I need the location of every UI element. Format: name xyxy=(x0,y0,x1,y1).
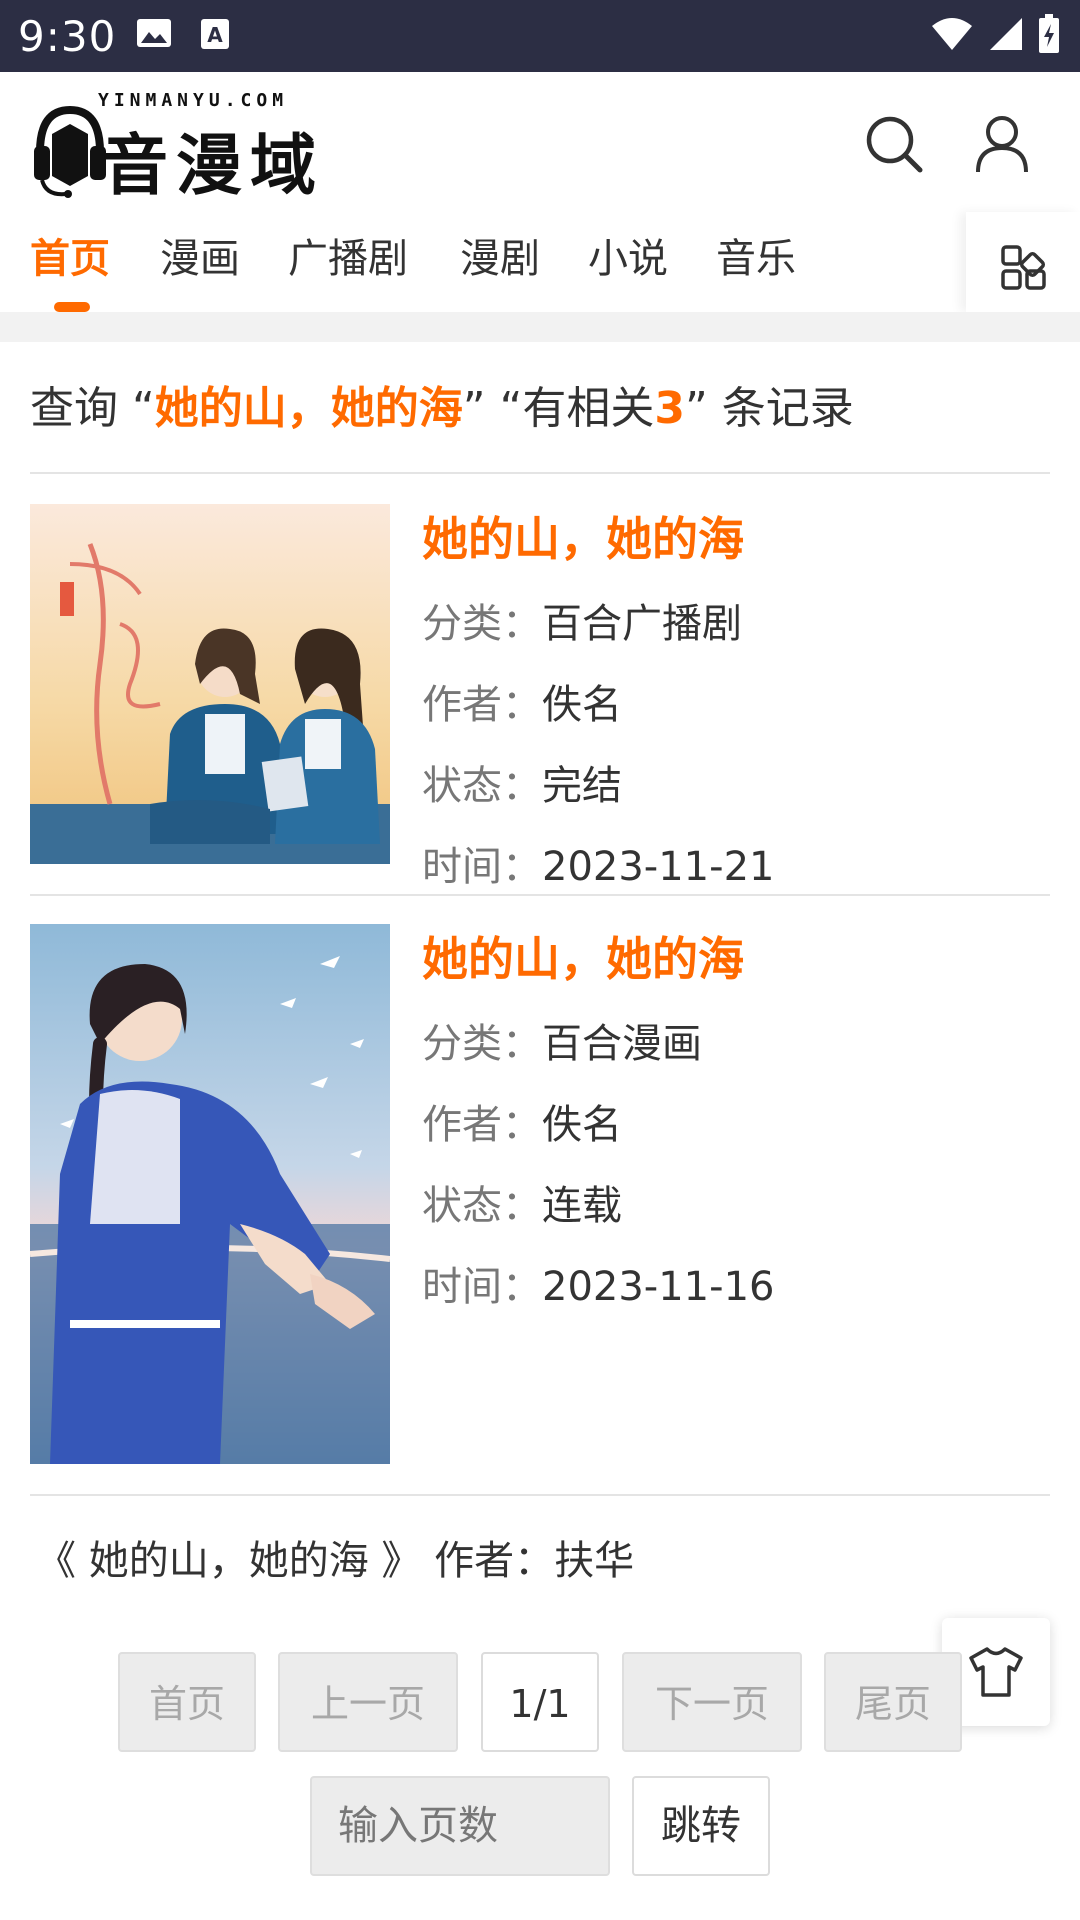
tab-novels[interactable]: 小说 xyxy=(588,226,668,284)
result-author: 作者：佚名 xyxy=(422,1102,622,1148)
site-header: YINMANYU.COM 音漫域 xyxy=(0,72,1080,212)
site-logo[interactable]: YINMANYU.COM 音漫域 xyxy=(30,90,330,204)
font-icon: A xyxy=(200,18,230,54)
result-item[interactable]: 她的山，她的海 分类：百合广播剧 作者：佚名 状态：完结 时间：2023-11-… xyxy=(30,504,1050,892)
wifi-icon xyxy=(930,16,974,56)
result-text-item[interactable]: 《 她的山，她的海 》 作者：扶华 xyxy=(36,1528,634,1586)
result-count: 3 xyxy=(654,383,685,434)
divider xyxy=(30,894,1050,896)
more-categories-button[interactable] xyxy=(966,212,1080,312)
grid-icon xyxy=(1001,245,1046,290)
page-number-input[interactable] xyxy=(310,1776,610,1876)
current-page-indicator: 1/1 xyxy=(481,1652,599,1752)
user-icon[interactable] xyxy=(970,112,1034,176)
section-separator xyxy=(0,312,1080,342)
result-author: 作者：佚名 xyxy=(422,682,622,728)
result-info: 她的山，她的海 分类：百合漫画 作者：佚名 状态：连载 时间：2023-11-1… xyxy=(422,924,1042,1328)
result-category: 分类：百合漫画 xyxy=(422,1021,702,1067)
shirt-icon xyxy=(969,1647,1023,1697)
divider xyxy=(30,472,1050,474)
tab-comics[interactable]: 漫画 xyxy=(160,226,240,284)
search-icon[interactable] xyxy=(862,112,926,176)
headphone-logo-icon xyxy=(34,105,106,198)
jump-button[interactable]: 跳转 xyxy=(632,1776,770,1876)
result-status: 状态：完结 xyxy=(422,763,622,809)
result-category: 分类：百合广播剧 xyxy=(422,601,742,647)
logo-text: 音漫域 xyxy=(102,127,324,204)
divider xyxy=(30,1494,1050,1496)
logo-domain: YINMANYU.COM xyxy=(98,90,289,111)
active-tab-indicator xyxy=(54,302,90,312)
search-query: 她的山，她的海 xyxy=(154,383,463,434)
result-title[interactable]: 她的山，她的海 xyxy=(422,924,1042,1004)
tab-home[interactable]: 首页 xyxy=(30,226,110,284)
result-cover-image[interactable] xyxy=(30,924,390,1464)
next-page-button[interactable]: 下一页 xyxy=(622,1652,802,1752)
result-cover-image[interactable] xyxy=(30,504,390,864)
status-time: 9:30 xyxy=(18,12,117,61)
result-time: 时间：2023-11-16 xyxy=(422,1264,775,1310)
battery-icon xyxy=(1038,14,1060,58)
svg-text:A: A xyxy=(207,23,223,47)
prev-page-button[interactable]: 上一页 xyxy=(278,1652,458,1752)
tab-radio-drama[interactable]: 广播剧 xyxy=(288,226,408,284)
tab-manju[interactable]: 漫剧 xyxy=(460,226,540,284)
image-icon xyxy=(136,18,172,54)
result-status: 状态：连载 xyxy=(422,1183,622,1229)
category-tabs: 首页 漫画 广播剧 漫剧 小说 音乐 xyxy=(0,212,1080,312)
tab-music[interactable]: 音乐 xyxy=(716,226,796,284)
last-page-button[interactable]: 尾页 xyxy=(824,1652,962,1752)
result-info: 她的山，她的海 分类：百合广播剧 作者：佚名 状态：完结 时间：2023-11-… xyxy=(422,504,1042,908)
status-bar: 9:30 A xyxy=(0,0,1080,72)
search-summary: 查询 “她的山，她的海” “有相关3” 条记录 xyxy=(30,383,854,434)
first-page-button[interactable]: 首页 xyxy=(118,1652,256,1752)
result-item[interactable]: 她的山，她的海 分类：百合漫画 作者：佚名 状态：连载 时间：2023-11-1… xyxy=(30,924,1050,1464)
signal-icon xyxy=(988,16,1024,56)
result-title[interactable]: 她的山，她的海 xyxy=(422,504,1042,584)
